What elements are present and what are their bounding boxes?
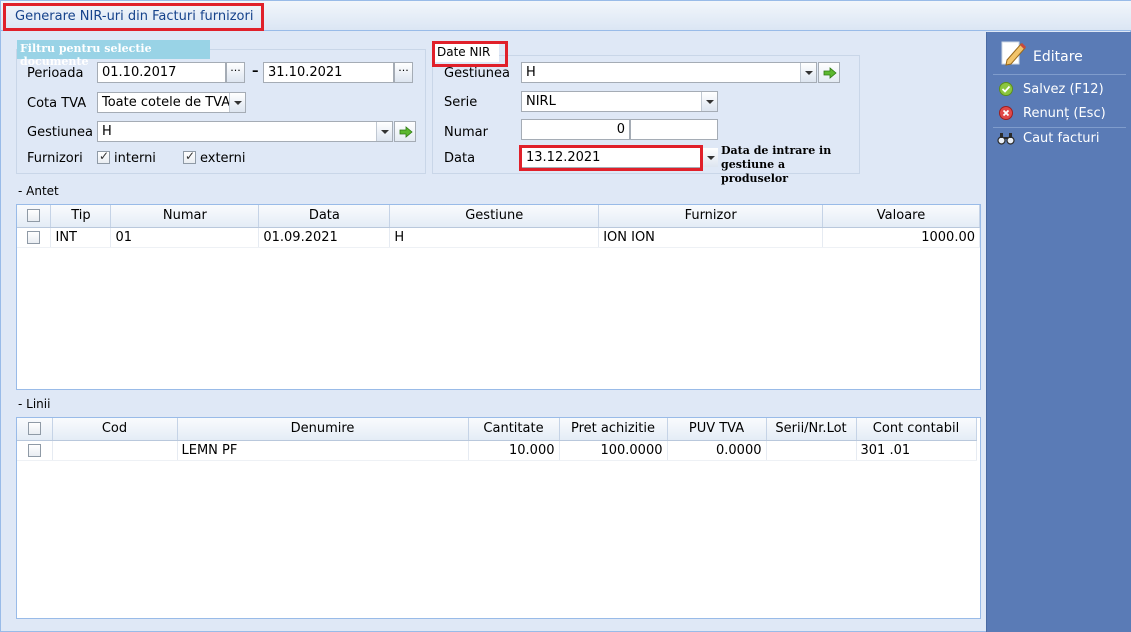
antet-col-valoare[interactable]: Valoare	[822, 205, 980, 228]
antet-col-data[interactable]: Data	[258, 205, 391, 228]
externi-checkbox[interactable]	[183, 149, 196, 164]
serie-label: Serie	[444, 95, 478, 110]
cell-denumire: LEMN PF	[177, 440, 469, 461]
nir-gestiunea-label: Gestiunea	[444, 66, 510, 81]
arrow-right-icon	[823, 67, 837, 79]
editare-label: Editare	[1033, 49, 1083, 65]
nir-gestiunea-dropdown-icon[interactable]	[800, 63, 816, 82]
date-from-field[interactable]: 01.10.2017	[97, 62, 226, 83]
action-sidebar: Editare Salvez (F12) Renunț (Esc) Caut f…	[986, 32, 1131, 632]
linii-header-row: Cod Denumire Cantitate Pret achizitie PU…	[17, 418, 977, 441]
linii-col-cont[interactable]: Cont contabil	[856, 418, 977, 441]
select-all-checkbox[interactable]	[27, 422, 41, 436]
antet-section-label[interactable]: - Antet	[18, 184, 59, 198]
date-to-field[interactable]: 31.10.2021	[263, 62, 394, 83]
numar-field-2[interactable]	[630, 119, 718, 140]
perioada-label: Perioada	[27, 66, 84, 81]
linii-col-denumire[interactable]: Denumire	[177, 418, 469, 441]
row-checkbox[interactable]	[27, 443, 41, 457]
filter-gestiunea-go-button[interactable]	[394, 121, 416, 142]
antet-select-all[interactable]	[17, 205, 52, 228]
linii-col-cod[interactable]: Cod	[52, 418, 178, 441]
filter-gestiunea-dropdown-icon[interactable]	[376, 122, 392, 141]
antet-grid: Tip Numar Data Gestiune Furnizor Valoare…	[16, 204, 981, 390]
externi-label: externi	[200, 151, 246, 166]
serie-select[interactable]: NIRL	[521, 91, 718, 112]
filter-gestiunea-select[interactable]: H	[97, 121, 393, 142]
check-icon	[999, 82, 1013, 100]
renunt-button[interactable]: Renunț (Esc)	[987, 104, 1131, 124]
arrow-right-icon	[399, 126, 413, 138]
binoculars-icon	[997, 132, 1015, 149]
nir-date-annotation: Data de intrare in gestiune a produselor	[721, 144, 832, 185]
antet-col-tip[interactable]: Tip	[50, 205, 112, 228]
cell-cont: 301 .01	[856, 440, 977, 461]
linii-col-puv[interactable]: PUV TVA	[667, 418, 767, 441]
antet-table: Tip Numar Data Gestiune Furnizor Valoare…	[17, 205, 980, 248]
numar-field[interactable]: 0	[521, 119, 630, 140]
linii-col-cantitate[interactable]: Cantitate	[468, 418, 560, 441]
cell-serii	[766, 440, 857, 461]
renunt-label: Renunț (Esc)	[1023, 106, 1106, 121]
antet-col-numar[interactable]: Numar	[110, 205, 260, 228]
date-to-picker-button[interactable]: ···	[394, 62, 413, 83]
numar-label: Numar	[444, 125, 488, 140]
nir-legend-highlight	[432, 41, 508, 67]
table-row[interactable]: INT 01 01.09.2021 H ION ION 1000.00	[17, 227, 980, 248]
main-window: Generare NIR-uri din Facturi furnizori F…	[0, 0, 1131, 632]
cell-valoare: 1000.00	[822, 227, 980, 248]
caut-facturi-button[interactable]: Caut facturi	[987, 129, 1131, 149]
nir-gestiunea-select[interactable]: H	[521, 62, 817, 83]
cell-furnizor: ION ION	[598, 227, 824, 248]
furnizori-label: Furnizori	[27, 151, 83, 166]
row-select-cell[interactable]	[17, 440, 53, 461]
date-from-picker-button[interactable]: ···	[226, 62, 245, 83]
serie-dropdown-icon[interactable]	[701, 92, 717, 111]
salvez-label: Salvez (F12)	[1023, 82, 1104, 97]
interni-checkbox[interactable]	[97, 149, 110, 164]
table-row[interactable]: LEMN PF 10.000 100.0000 0.0000 301 .01	[17, 440, 977, 461]
salvez-button[interactable]: Salvez (F12)	[987, 80, 1131, 100]
editare-button[interactable]: Editare	[987, 36, 1131, 72]
caut-facturi-label: Caut facturi	[1023, 131, 1100, 146]
cell-numar: 01	[110, 227, 260, 248]
row-checkbox[interactable]	[27, 230, 41, 244]
nir-date-highlight	[519, 145, 703, 171]
interni-label: interni	[114, 151, 156, 166]
sidebar-divider	[993, 74, 1126, 75]
data-label: Data	[444, 151, 476, 166]
select-all-checkbox[interactable]	[27, 209, 41, 223]
cell-cantitate: 10.000	[468, 440, 560, 461]
cell-tip: INT	[50, 227, 112, 248]
cota-tva-select[interactable]: Toate cotele de TVA	[97, 92, 246, 113]
cell-pret: 100.0000	[559, 440, 668, 461]
nir-date-dropdown-icon[interactable]	[702, 148, 718, 167]
cell-gestiune: H	[389, 227, 600, 248]
nir-gestiunea-go-button[interactable]	[818, 62, 840, 83]
antet-col-furnizor[interactable]: Furnizor	[598, 205, 824, 228]
linii-col-pret[interactable]: Pret achizitie	[559, 418, 668, 441]
row-select-cell[interactable]	[17, 227, 52, 248]
antet-header-row: Tip Numar Data Gestiune Furnizor Valoare	[17, 205, 980, 228]
range-separator: –	[252, 64, 259, 79]
linii-section-label[interactable]: - Linii	[18, 397, 50, 411]
edit-pencil-icon	[999, 38, 1027, 72]
cancel-icon	[999, 106, 1013, 124]
linii-table: Cod Denumire Cantitate Pret achizitie PU…	[17, 418, 977, 461]
cota-tva-dropdown-icon[interactable]	[229, 93, 245, 112]
cell-cod	[52, 440, 178, 461]
linii-grid: Cod Denumire Cantitate Pret achizitie PU…	[16, 417, 981, 619]
title-highlight	[3, 3, 264, 31]
linii-select-all[interactable]	[17, 418, 53, 441]
antet-col-gestiune[interactable]: Gestiune	[389, 205, 600, 228]
linii-col-serii[interactable]: Serii/Nr.Lot	[766, 418, 857, 441]
cell-puv: 0.0000	[667, 440, 767, 461]
filter-legend: Filtru pentru selectie documente	[17, 40, 210, 68]
sidebar-divider	[993, 127, 1126, 128]
cota-tva-label: Cota TVA	[27, 96, 87, 111]
cell-data: 01.09.2021	[258, 227, 391, 248]
filter-gestiunea-label: Gestiunea	[27, 125, 93, 140]
